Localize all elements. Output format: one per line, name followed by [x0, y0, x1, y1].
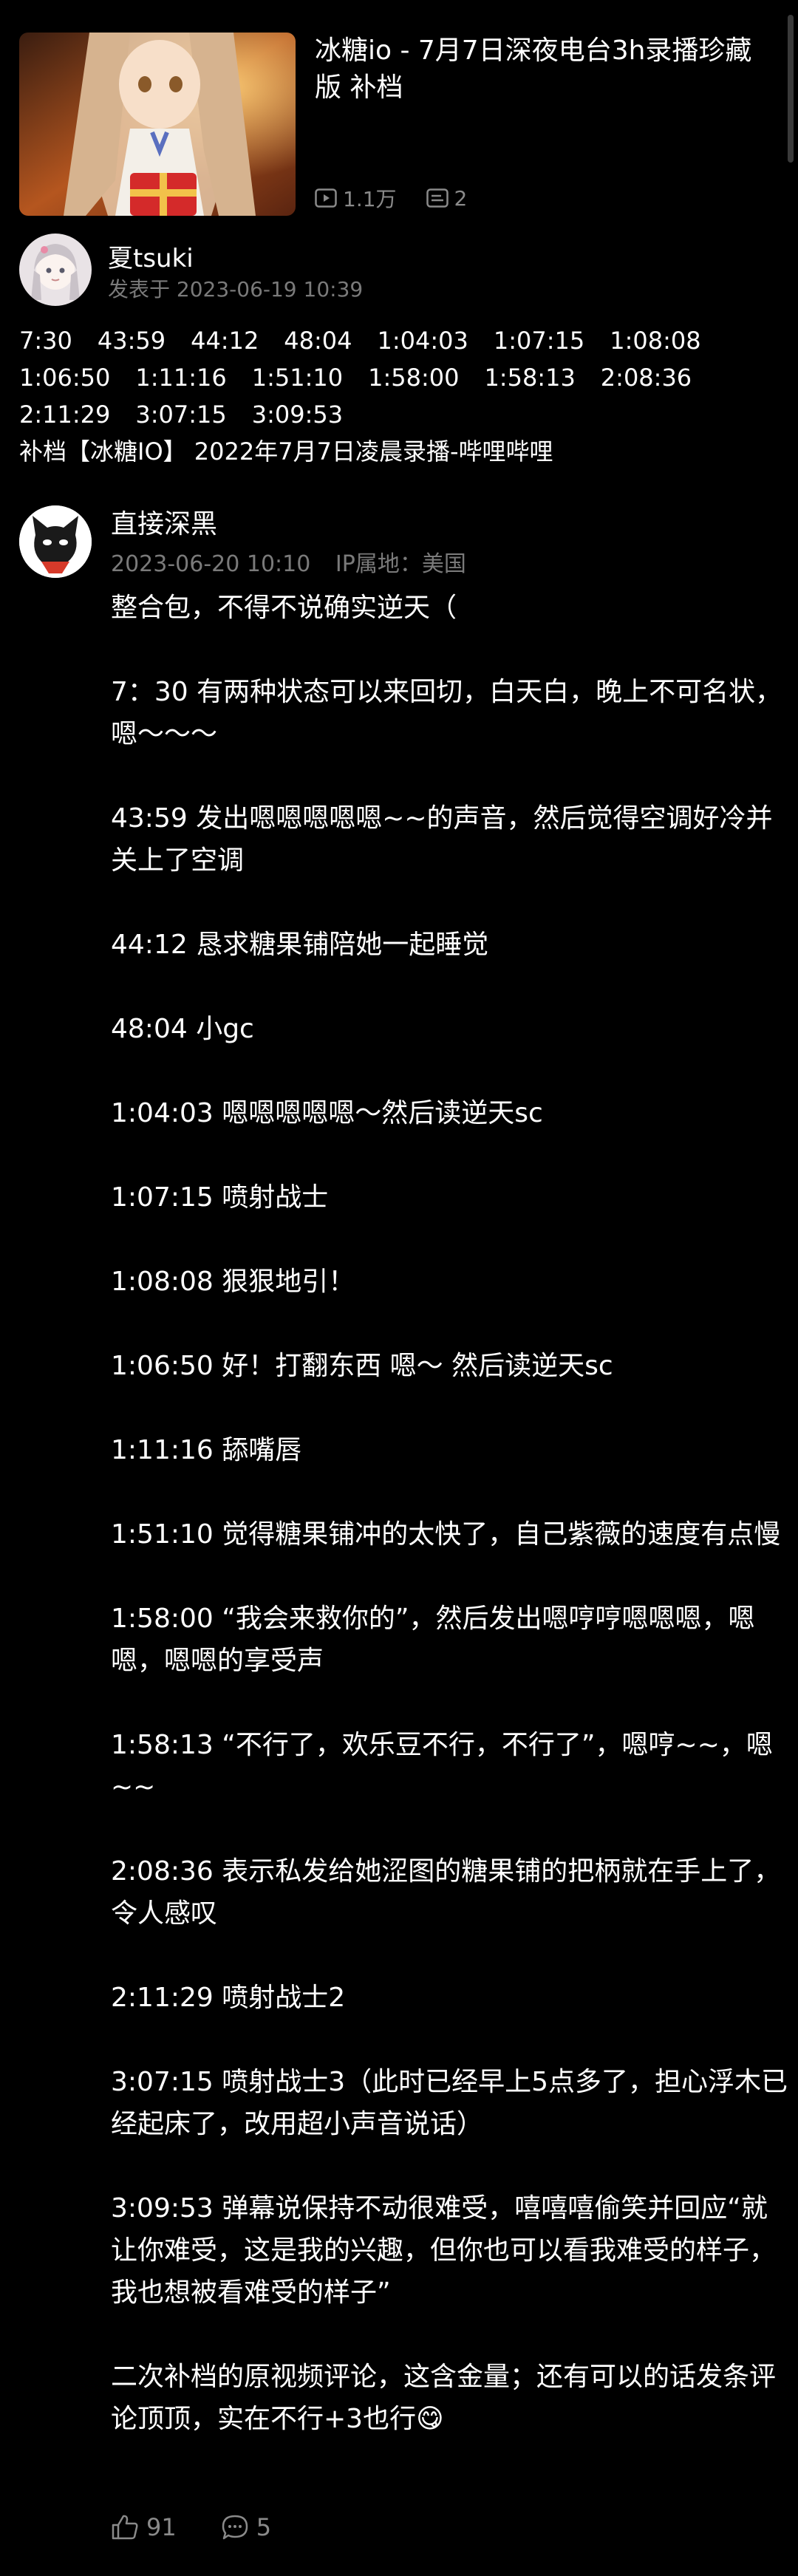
comment-paragraph: 1:51:10 觉得糖果铺冲的太快了，自己紫薇的速度有点慢: [111, 1519, 781, 1550]
post-timestamp: 发表于 2023-06-19 10:39: [108, 277, 364, 301]
avatar[interactable]: [19, 505, 92, 578]
video-stats: 1.1万 2: [315, 185, 497, 211]
reply-button[interactable]: 5: [221, 2513, 271, 2541]
post-content: 7:30 43:59 44:12 48:04 1:04:03 1:07:15 1…: [19, 322, 780, 470]
danmaku-icon: [426, 188, 449, 208]
post-header: 夏tsuki 发表于 2023-06-19 10:39: [19, 234, 758, 310]
comment-paragraph: 1:04:03 嗯嗯嗯嗯嗯～然后读逆天sc: [111, 1098, 543, 1128]
comment-paragraph: 1:08:08 狠狠地引！: [111, 1267, 355, 1297]
timestamp-link[interactable]: 2:11:29: [19, 396, 110, 433]
view-count-value: 1.1万: [343, 187, 397, 211]
timestamp-link[interactable]: 1:07:15: [494, 322, 584, 359]
comment-paragraph: 3:09:53 弹幕说保持不动很难受，嘻嘻嘻偷笑并回应“就让你难受，这是我的兴趣…: [111, 2193, 777, 2308]
danmaku-count: 2: [426, 185, 468, 211]
timestamp-link[interactable]: 1:11:16: [135, 359, 226, 396]
comment-bubble-icon: [222, 2515, 248, 2540]
comment-actions: 91 5: [111, 2509, 316, 2546]
timestamp-link[interactable]: 7:30: [19, 322, 72, 359]
timestamp-link[interactable]: 1:58:13: [484, 359, 575, 396]
timestamp-link[interactable]: 1:04:03: [378, 322, 468, 359]
comment-paragraph: 1:06:50 好！打翻东西 嗯～ 然后读逆天sc: [111, 1351, 613, 1381]
comment-paragraph: 1:07:15 喷射战士: [111, 1182, 329, 1213]
avatar[interactable]: [19, 234, 92, 306]
timestamp-link[interactable]: 3:07:15: [135, 396, 226, 433]
timestamp-link[interactable]: 1:06:50: [19, 359, 110, 396]
timestamp-link[interactable]: 44:12: [191, 322, 259, 359]
black-cat-avatar-icon: [19, 505, 92, 578]
post-link[interactable]: 补档【冰糖IO】 2022年7月7日凌晨录播-哔哩哔哩: [19, 433, 780, 470]
video-title[interactable]: 冰糖io - 7月7日深夜电台3h录播珍藏版 补档: [315, 33, 773, 106]
comment-paragraph: 1:11:16 舔嘴唇: [111, 1435, 302, 1465]
thumbs-up-icon: [112, 2515, 138, 2540]
comment-paragraph: 整合包，不得不说确实逆天（: [111, 593, 457, 623]
timestamp-link[interactable]: 2:08:36: [601, 359, 692, 396]
like-count: 91: [146, 2513, 177, 2541]
anime-girl-thumbnail-icon: [19, 33, 296, 216]
comment-paragraph: 43:59 发出嗯嗯嗯嗯嗯~~的声音，然后觉得空调好冷并关上了空调: [111, 803, 773, 876]
reply-count: 5: [256, 2513, 272, 2541]
timestamp-link[interactable]: 1:51:10: [252, 359, 343, 396]
comment-paragraph: 44:12 恳求糖果铺陪她一起睡觉: [111, 930, 489, 960]
like-button[interactable]: 91: [111, 2513, 177, 2541]
timestamp-link[interactable]: 1:58:00: [368, 359, 459, 396]
comment-paragraph: 二次补档的原视频评论，这含金量；还有可以的话发条评论顶顶，实在不行+3也行😋: [111, 2362, 777, 2434]
timestamp-link[interactable]: 48:04: [284, 322, 352, 359]
danmaku-count-value: 2: [454, 185, 468, 211]
play-count-icon: [315, 188, 337, 208]
comment-paragraph: 1:58:00 “我会来救你的”，然后发出嗯哼哼嗯嗯嗯，嗯嗯，嗯嗯的享受声: [111, 1604, 755, 1676]
timestamp-list: 7:30 43:59 44:12 48:04 1:04:03 1:07:15 1…: [19, 322, 780, 433]
comment-paragraph: 48:04 小gc: [111, 1014, 254, 1044]
ip-location: IP属地：美国: [335, 551, 466, 577]
scrollbar[interactable]: [788, 15, 794, 163]
view-count: 1.1万: [315, 183, 397, 213]
post-author-name[interactable]: 夏tsuki: [108, 238, 194, 274]
comment-paragraph: 7：30 有两种状态可以来回切，白天白，晚上不可名状，嗯～～～: [111, 677, 782, 749]
comment-author-name[interactable]: 直接深黑: [111, 502, 217, 541]
comment-date: 2023-06-20 10:10: [111, 551, 311, 577]
timestamp-link[interactable]: 43:59: [98, 322, 166, 359]
video-thumbnail[interactable]: [19, 33, 296, 216]
timestamp-link[interactable]: 3:09:53: [252, 396, 343, 433]
comment-meta: 2023-06-20 10:10 IP属地：美国: [111, 545, 484, 578]
video-card[interactable]: 冰糖io - 7月7日深夜电台3h录播珍藏版 补档 1.1万 2: [19, 33, 765, 216]
comment-paragraph: 2:11:29 喷射战士2: [111, 1983, 346, 2013]
comment-paragraph: 1:58:13 “不行了，欢乐豆不行，不行了”，嗯哼~~，嗯~~: [111, 1730, 773, 1802]
comment-paragraph: 2:08:36 表示私发给她涩图的糖果铺的把柄就在手上了，令人感叹: [111, 1856, 781, 1929]
user-avatar-icon: [19, 234, 92, 306]
comment-paragraph: 3:07:15 喷射战士3（此时已经早上5点多了，担心浮木已经起床了，改用超小声…: [111, 2067, 788, 2139]
comment-body: 整合包，不得不说确实逆天（ 7：30 有两种状态可以来回切，白天白，晚上不可名状…: [111, 587, 791, 2440]
timestamp-link[interactable]: 1:08:08: [610, 322, 700, 359]
